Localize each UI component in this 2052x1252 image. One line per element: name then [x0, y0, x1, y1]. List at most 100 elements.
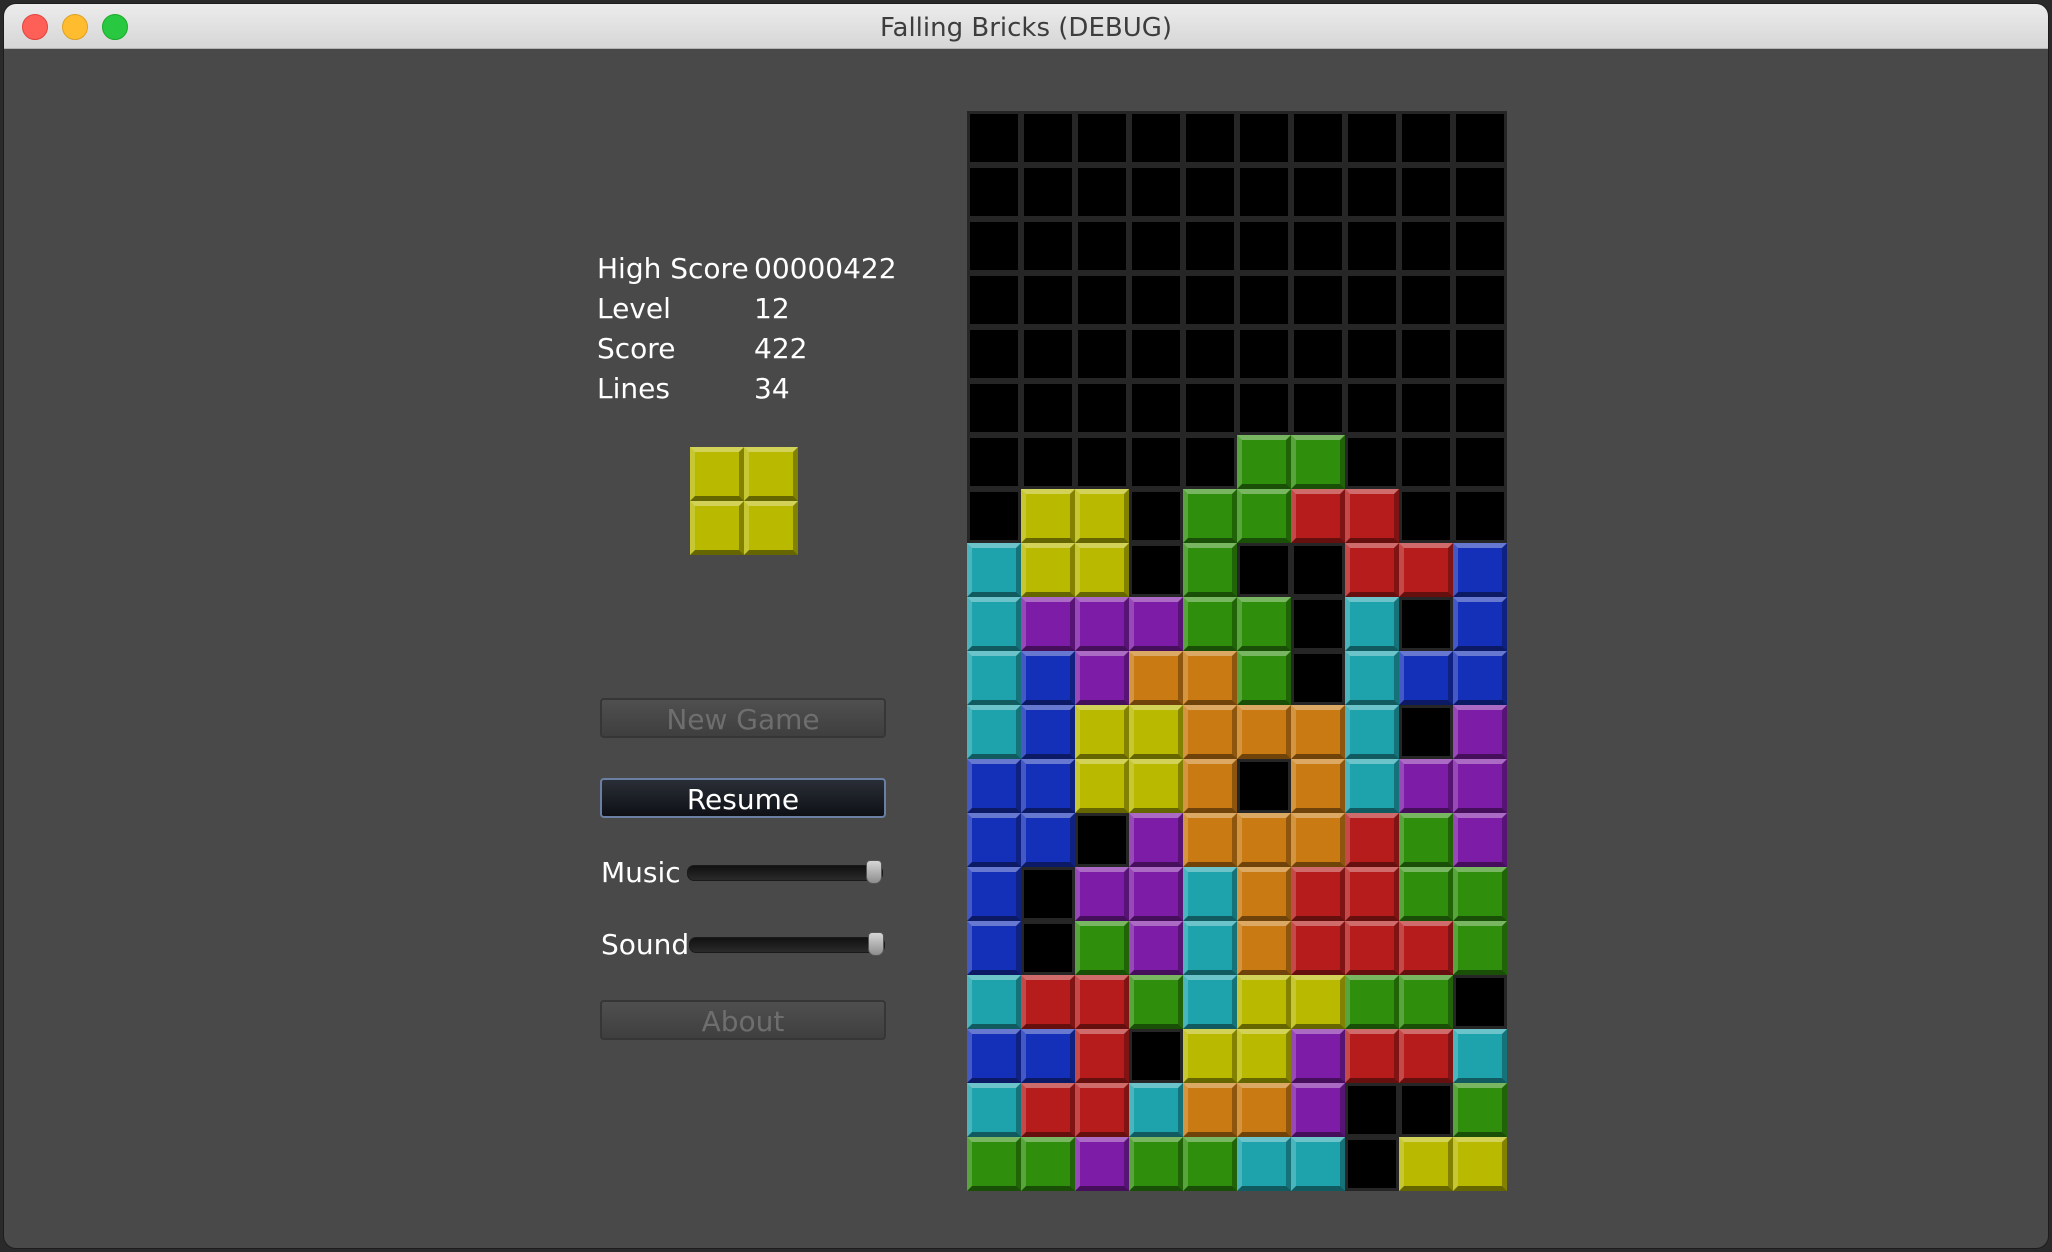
- brick-cell: [1453, 813, 1507, 867]
- new-game-button[interactable]: New Game: [600, 698, 886, 738]
- empty-cell: [1453, 219, 1507, 273]
- empty-cell: [1345, 165, 1399, 219]
- brick-cell: [1453, 1083, 1507, 1137]
- resume-button[interactable]: Resume: [600, 778, 886, 818]
- brick-cell: [1399, 759, 1453, 813]
- empty-cell: [1021, 867, 1075, 921]
- empty-cell: [1129, 489, 1183, 543]
- empty-cell: [1291, 327, 1345, 381]
- about-button[interactable]: About: [600, 1000, 886, 1040]
- brick-cell: [1237, 867, 1291, 921]
- music-slider-thumb[interactable]: [866, 860, 882, 884]
- empty-cell: [967, 165, 1021, 219]
- brick-cell: [1345, 813, 1399, 867]
- stat-value: 12: [754, 292, 790, 325]
- brick-cell: [1237, 1083, 1291, 1137]
- music-slider[interactable]: [687, 860, 883, 884]
- brick-cell: [1075, 651, 1129, 705]
- brick-cell: [1291, 975, 1345, 1029]
- brick-cell: [1291, 489, 1345, 543]
- empty-cell: [1291, 165, 1345, 219]
- stat-label: Lines: [597, 372, 670, 405]
- empty-cell: [1075, 327, 1129, 381]
- empty-cell: [1237, 219, 1291, 273]
- brick-cell: [1183, 705, 1237, 759]
- empty-cell: [1237, 165, 1291, 219]
- brick-cell: [1021, 1083, 1075, 1137]
- empty-cell: [1129, 273, 1183, 327]
- brick-cell: [1453, 597, 1507, 651]
- brick-cell: [1021, 543, 1075, 597]
- brick-cell: [1183, 489, 1237, 543]
- brick-cell: [1075, 1029, 1129, 1083]
- brick-cell: [1291, 705, 1345, 759]
- stat-value: 34: [754, 372, 790, 405]
- empty-cell: [1237, 327, 1291, 381]
- sound-slider-thumb[interactable]: [868, 932, 884, 956]
- empty-cell: [1291, 111, 1345, 165]
- brick-cell: [1183, 759, 1237, 813]
- empty-cell: [1237, 759, 1291, 813]
- empty-cell: [1453, 381, 1507, 435]
- empty-cell: [1129, 219, 1183, 273]
- brick-cell: [1129, 705, 1183, 759]
- empty-cell: [1345, 327, 1399, 381]
- empty-cell: [967, 327, 1021, 381]
- empty-cell: [1291, 273, 1345, 327]
- brick-cell: [1183, 651, 1237, 705]
- brick-cell: [1345, 489, 1399, 543]
- empty-cell: [1021, 327, 1075, 381]
- sound-slider[interactable]: [689, 932, 885, 956]
- brick-cell: [1183, 1083, 1237, 1137]
- brick-cell: [1129, 1137, 1183, 1191]
- brick-cell: [967, 1029, 1021, 1083]
- empty-cell: [1399, 381, 1453, 435]
- empty-cell: [1075, 219, 1129, 273]
- brick-cell: [1075, 543, 1129, 597]
- empty-cell: [1399, 327, 1453, 381]
- brick-cell: [1291, 1083, 1345, 1137]
- empty-cell: [1021, 273, 1075, 327]
- brick-cell: [1075, 921, 1129, 975]
- brick-cell: [967, 597, 1021, 651]
- empty-cell: [1237, 381, 1291, 435]
- brick-cell: [1399, 867, 1453, 921]
- next-piece-preview: [690, 447, 798, 555]
- brick-cell: [1291, 867, 1345, 921]
- empty-cell: [967, 219, 1021, 273]
- empty-cell: [1129, 381, 1183, 435]
- music-label: Music: [601, 856, 681, 889]
- empty-cell: [1291, 543, 1345, 597]
- brick-cell: [967, 813, 1021, 867]
- brick-cell: [1183, 1137, 1237, 1191]
- empty-cell: [1129, 327, 1183, 381]
- brick-cell: [1453, 759, 1507, 813]
- brick-cell: [1129, 813, 1183, 867]
- brick-cell: [1399, 975, 1453, 1029]
- brick-cell: [1291, 813, 1345, 867]
- empty-cell: [1453, 165, 1507, 219]
- empty-cell: [1129, 165, 1183, 219]
- brick-cell: [1237, 1029, 1291, 1083]
- brick-cell: [1237, 489, 1291, 543]
- brick-cell: [1021, 813, 1075, 867]
- brick-cell: [1345, 651, 1399, 705]
- empty-cell: [1399, 597, 1453, 651]
- brick-cell: [1021, 975, 1075, 1029]
- brick-cell: [967, 921, 1021, 975]
- empty-cell: [1453, 273, 1507, 327]
- brick-cell: [1399, 921, 1453, 975]
- brick-cell: [1345, 921, 1399, 975]
- brick-cell: [1075, 597, 1129, 651]
- empty-cell: [1237, 273, 1291, 327]
- brick-cell: [1291, 921, 1345, 975]
- brick-cell: [1237, 651, 1291, 705]
- empty-cell: [1075, 165, 1129, 219]
- brick-cell: [1453, 1029, 1507, 1083]
- next-piece-cell: [744, 501, 798, 555]
- empty-cell: [1021, 219, 1075, 273]
- empty-cell: [1291, 381, 1345, 435]
- empty-cell: [1075, 435, 1129, 489]
- stat-value: 422: [754, 332, 808, 365]
- empty-cell: [1237, 543, 1291, 597]
